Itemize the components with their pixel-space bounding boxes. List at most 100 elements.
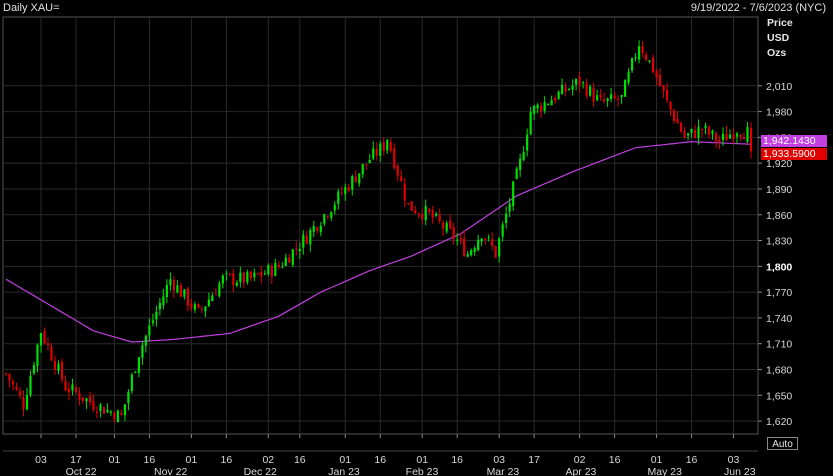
- candle-body: [295, 248, 298, 250]
- candle-body: [739, 135, 742, 137]
- candle-body: [288, 257, 291, 263]
- candle-body: [431, 210, 434, 218]
- candle-body: [424, 206, 427, 221]
- candle-body: [508, 203, 511, 212]
- candle-body: [582, 82, 585, 84]
- candle-body: [676, 118, 679, 124]
- candle-body: [319, 225, 322, 233]
- month-label: Nov 22: [154, 466, 187, 476]
- candle-body: [644, 54, 648, 60]
- x-tick-label: 03: [35, 454, 47, 466]
- candle-body: [557, 91, 560, 99]
- candle-body: [302, 234, 305, 248]
- candle-body: [263, 273, 266, 275]
- candle-body: [4, 373, 8, 375]
- candle-body: [134, 371, 137, 373]
- candle-body: [92, 400, 95, 410]
- candle-body: [651, 57, 655, 73]
- candle-body: [641, 45, 644, 54]
- x-tick-label: 17: [528, 454, 540, 466]
- candle-body: [326, 216, 329, 218]
- candle-body: [609, 94, 613, 99]
- candle-body: [270, 265, 273, 277]
- candle-body: [561, 84, 564, 95]
- candle-body: [242, 272, 245, 283]
- candle-body: [515, 168, 518, 180]
- y-tick-label: 1,620: [766, 416, 792, 428]
- candle-body: [725, 133, 728, 141]
- candle-body: [473, 248, 476, 252]
- candle-body: [742, 137, 746, 140]
- candle-body: [337, 191, 340, 204]
- candle-body: [127, 391, 130, 404]
- candle-body: [291, 249, 294, 265]
- candle-body: [158, 302, 161, 310]
- candle-body: [298, 248, 301, 252]
- candle-body: [18, 391, 22, 396]
- price-chart[interactable]: 1,620 1,650 1,680 1,710 1,740 1,770 1,800 1,830…: [0, 0, 833, 476]
- candle-body: [95, 411, 99, 413]
- moving-average-value-tag: 1,942.1430: [761, 135, 827, 147]
- candle-body: [354, 176, 357, 183]
- candle-body: [568, 89, 571, 91]
- x-tick-label: 01: [416, 454, 428, 466]
- candle-body: [445, 223, 448, 232]
- candle-body: [672, 110, 676, 122]
- candle-body: [606, 98, 609, 102]
- candle-body: [253, 272, 256, 278]
- candle-body: [616, 98, 620, 100]
- candle-body: [396, 165, 399, 176]
- candle-body: [512, 181, 515, 207]
- y-tick-label: 1,860: [766, 210, 792, 222]
- axis-unit-ounces: Ozs: [767, 47, 787, 59]
- candle-body: [8, 373, 11, 381]
- candle-body: [246, 272, 249, 283]
- candle-body: [505, 213, 508, 224]
- candle-body: [249, 271, 252, 279]
- candle-body: [746, 127, 749, 142]
- candle-body: [130, 374, 134, 392]
- candle-body: [669, 101, 672, 110]
- candle-body: [50, 346, 53, 361]
- candle-body: [543, 102, 546, 111]
- candle-body: [456, 239, 459, 241]
- x-tick-label: 16: [144, 454, 156, 466]
- y-tick-label: 1,800: [766, 261, 792, 273]
- candle-body: [39, 333, 43, 346]
- axis-unit-currency: USD: [767, 32, 790, 44]
- y-tick-label: 1,980: [766, 107, 792, 119]
- candle-body: [316, 227, 319, 231]
- candle-body: [393, 148, 396, 168]
- candle-body: [578, 76, 581, 85]
- candle-body: [267, 265, 270, 275]
- candle-body: [522, 152, 525, 161]
- candle-body: [221, 275, 224, 284]
- candle-body: [697, 126, 700, 138]
- candle-body: [260, 272, 263, 277]
- candle-body: [102, 407, 106, 414]
- candle-body: [109, 412, 113, 414]
- candle-body: [547, 104, 550, 106]
- candle-body: [361, 163, 364, 175]
- auto-scale-button[interactable]: Auto: [767, 437, 798, 450]
- candle-body: [225, 273, 228, 275]
- candle-body: [550, 100, 553, 106]
- candle-body: [71, 384, 74, 391]
- month-label: Oct 22: [66, 466, 97, 476]
- candle-body: [589, 86, 592, 96]
- candle-body: [749, 127, 753, 152]
- candle-body: [728, 134, 732, 139]
- candle-body: [211, 295, 214, 301]
- candle-body: [554, 97, 557, 101]
- candle-body: [571, 85, 574, 90]
- candle-body: [281, 266, 284, 268]
- x-tick-label: 17: [70, 454, 82, 466]
- candle-body: [309, 229, 312, 245]
- x-tick-label: 02: [262, 454, 274, 466]
- candle-body: [623, 80, 627, 97]
- candle-body: [449, 220, 452, 229]
- month-label: May 23: [647, 466, 682, 476]
- candle-body: [700, 129, 704, 131]
- x-tick-label: 01: [339, 454, 351, 466]
- candle-body: [333, 204, 336, 211]
